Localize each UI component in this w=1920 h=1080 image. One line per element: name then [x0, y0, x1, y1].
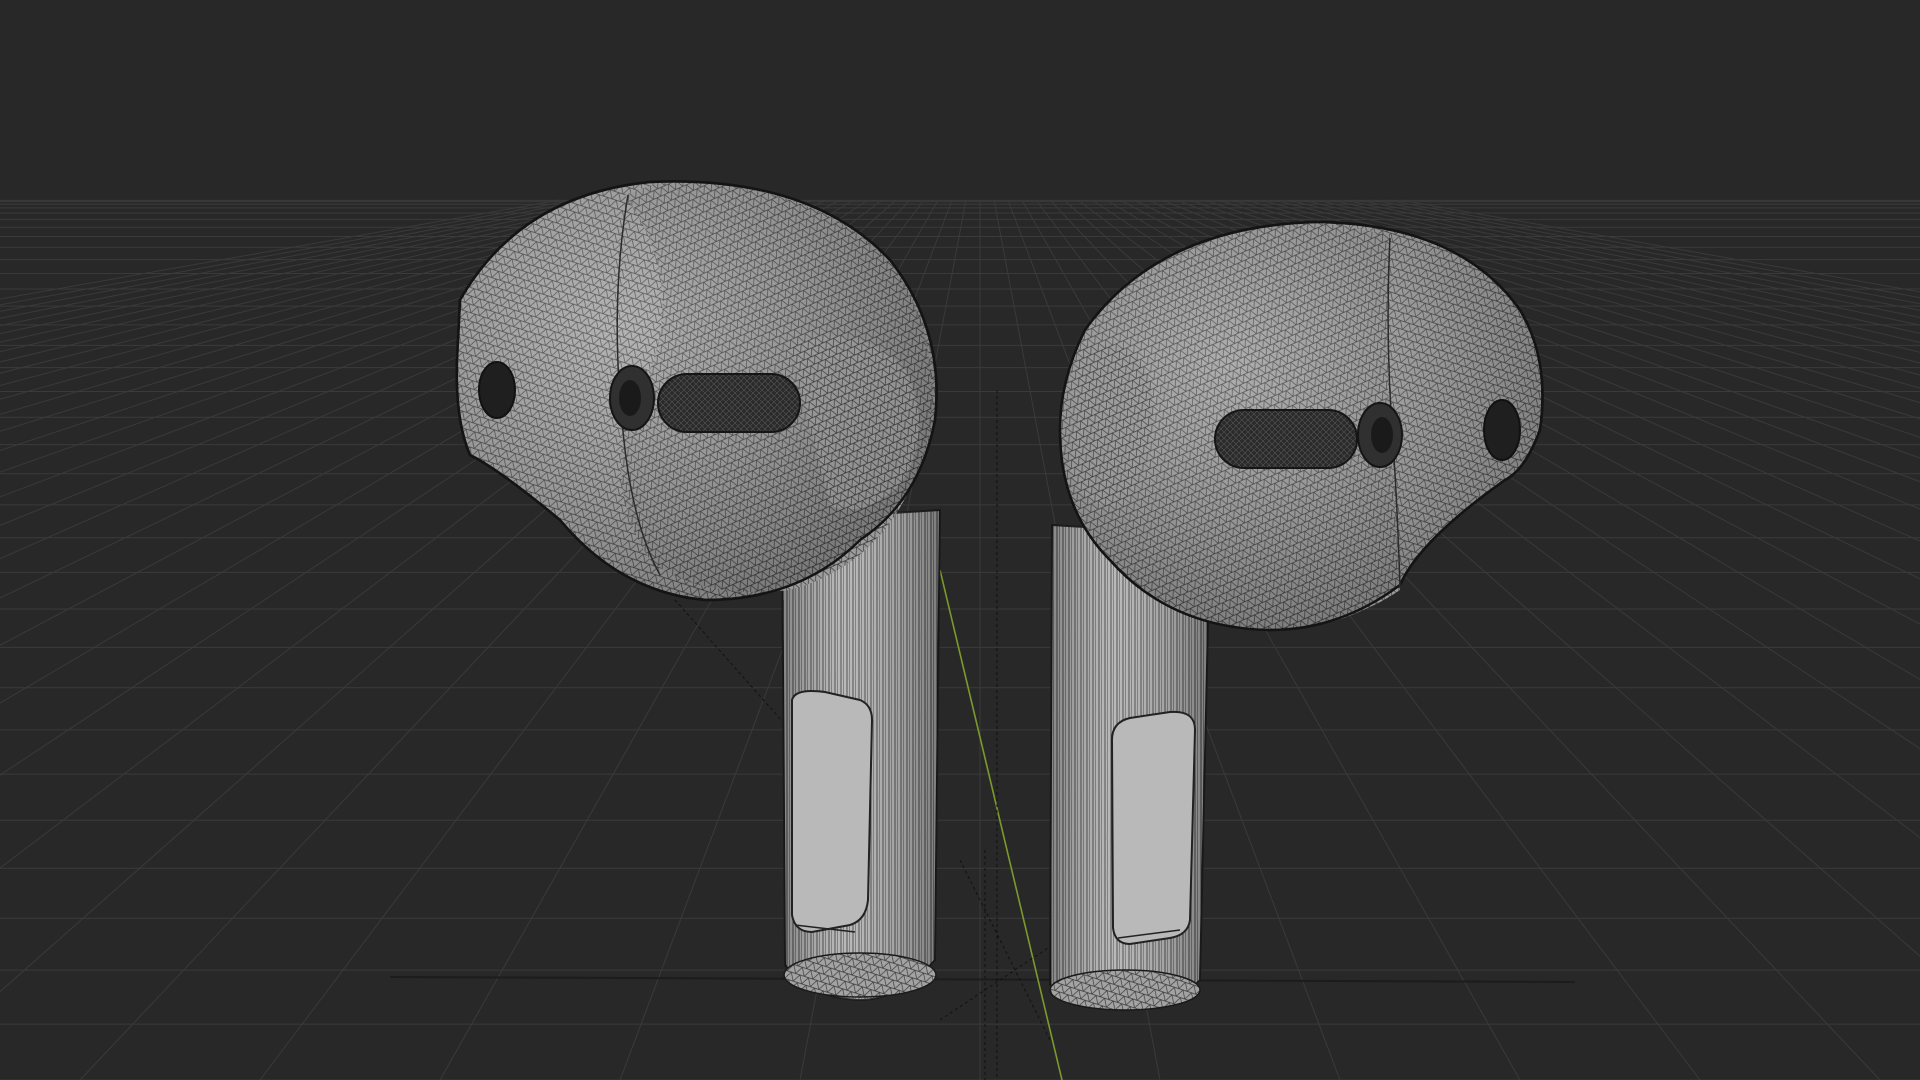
earbud-right-panel: [1110, 710, 1197, 946]
earbud-left-panel: [791, 690, 874, 934]
earbud-left-speaker-grille: [657, 373, 801, 433]
earbud-right-sensor-hole: [1483, 399, 1521, 461]
earbud-left-sensor-hole: [478, 361, 516, 419]
3d-viewport[interactable]: [0, 0, 1920, 1080]
earbud-right-speaker-grille: [1214, 409, 1358, 469]
viewport-canvas[interactable]: [0, 0, 1920, 1080]
